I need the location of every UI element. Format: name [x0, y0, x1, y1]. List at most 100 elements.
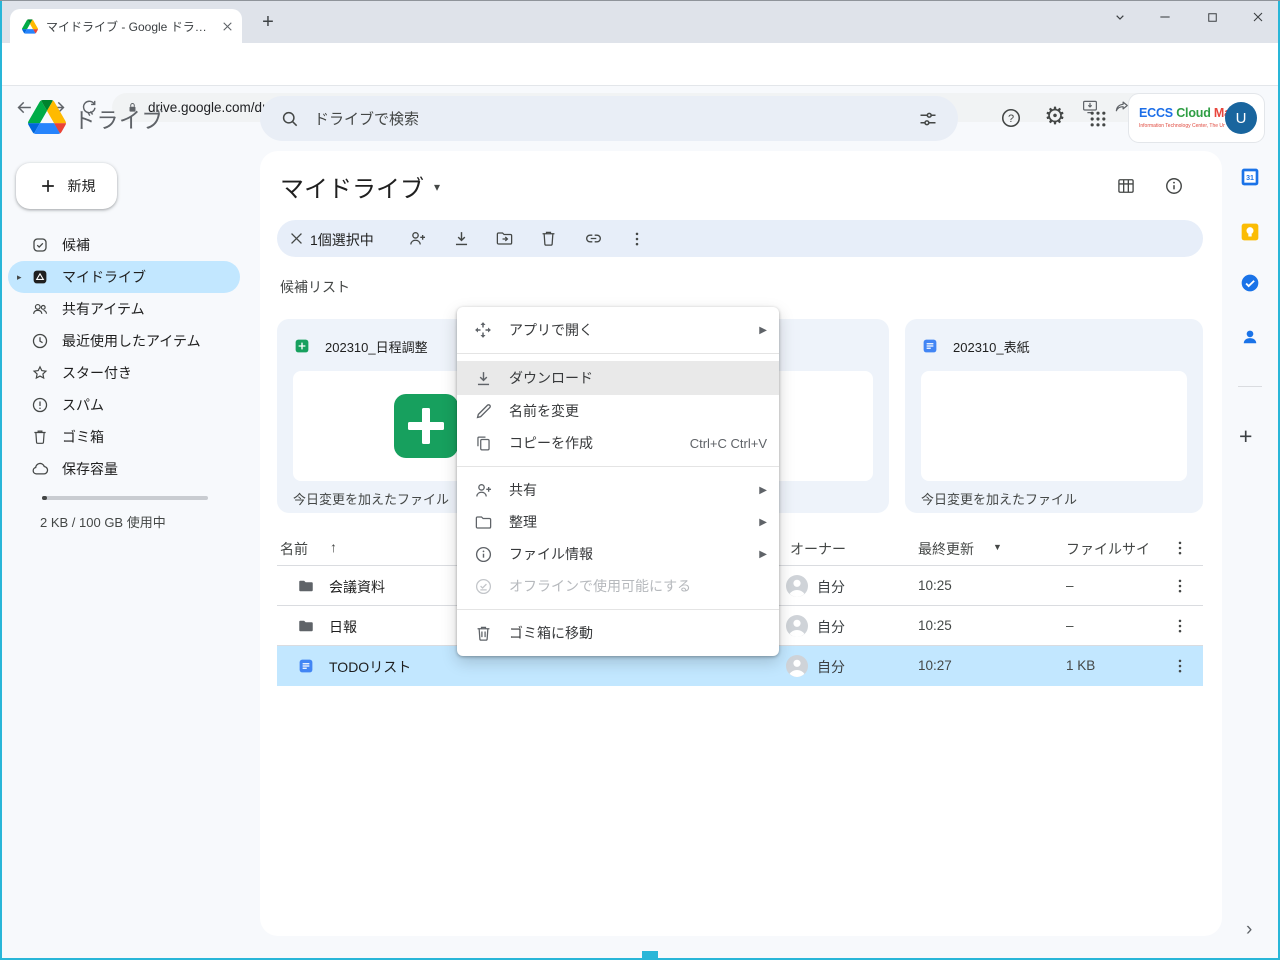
card-header: 202310_表紙 — [921, 336, 1187, 356]
sort-ascending-icon[interactable]: ↑ — [330, 539, 337, 555]
card-file-name: 202310_表紙 — [953, 337, 1030, 356]
sheets-thumbnail-glyph — [394, 394, 458, 458]
keep-icon[interactable] — [1240, 222, 1260, 242]
menu-item-download[interactable]: ダウンロード — [457, 361, 779, 395]
card-thumbnail — [921, 371, 1187, 481]
contacts-icon[interactable] — [1240, 327, 1260, 347]
menu-item-label: ダウンロード — [509, 368, 593, 388]
more-actions-icon[interactable] — [627, 229, 647, 249]
copy-icon — [473, 433, 493, 453]
add-side-app-icon[interactable]: + — [1239, 423, 1252, 450]
owner-name: 自分 — [817, 657, 845, 677]
sort-descending-icon: ▼ — [993, 542, 1002, 552]
people-icon — [31, 300, 49, 318]
sidebar-item-suggested[interactable]: 候補 — [8, 229, 240, 261]
menu-item-move-to-trash[interactable]: ゴミ箱に移動 — [457, 617, 779, 649]
submenu-arrow-icon: ▶ — [759, 549, 767, 560]
sidebar-item-label: マイドライブ — [62, 267, 146, 287]
expand-arrow-icon[interactable]: ▸ — [17, 272, 22, 283]
sidebar-item-spam[interactable]: スパム — [8, 389, 240, 421]
window-close-button[interactable] — [1245, 4, 1271, 30]
help-icon[interactable]: ? — [999, 106, 1023, 130]
search-input[interactable]: ドライブで検索 — [260, 96, 958, 141]
card-reason-text: 今日変更を加えたファイル — [921, 489, 1077, 508]
tasks-icon[interactable] — [1240, 273, 1260, 293]
settings-gear-icon[interactable]: ⚙ — [1043, 104, 1067, 128]
menu-item-make-copy[interactable]: コピーを作成 Ctrl+C Ctrl+V — [457, 427, 779, 459]
tab-close-icon[interactable] — [221, 20, 234, 33]
row-more-icon[interactable] — [1171, 617, 1189, 635]
sidebar-item-recent[interactable]: 最近使用したアイテム — [8, 325, 240, 357]
sidebar-item-starred[interactable]: スター付き — [8, 357, 240, 389]
column-owner[interactable]: オーナー — [790, 539, 846, 559]
share-person-add-icon[interactable] — [407, 229, 427, 249]
clear-selection-icon[interactable] — [286, 229, 306, 249]
sidebar-item-storage[interactable]: 保存容量 — [8, 453, 240, 485]
docs-file-icon — [297, 657, 315, 675]
tab-search-chevron-icon[interactable] — [1107, 4, 1133, 30]
collapse-panel-chevron-icon[interactable]: › — [1246, 919, 1252, 941]
rail-divider — [1238, 386, 1262, 387]
trash-icon — [473, 623, 493, 643]
get-link-icon[interactable] — [583, 229, 603, 249]
sidebar-item-trash[interactable]: ゴミ箱 — [8, 421, 240, 453]
folder-icon — [297, 577, 315, 595]
info-icon[interactable] — [1164, 176, 1184, 196]
tab-title: マイドライブ - Google ドライブ — [46, 18, 213, 35]
column-modified[interactable]: 最終更新 — [918, 539, 974, 559]
menu-item-share[interactable]: 共有 ▶ — [457, 474, 779, 506]
modified-time: 10:25 — [918, 578, 952, 593]
card-reason-text: 今日変更を加えたファイル — [293, 489, 449, 508]
owner-avatar — [785, 574, 809, 598]
search-tune-icon[interactable] — [918, 109, 938, 129]
suggestion-card-3[interactable]: 202310_表紙 今日変更を加えたファイル — [905, 319, 1203, 513]
taskbar-peek-mark — [642, 951, 658, 959]
menu-item-file-info[interactable]: ファイル情報 ▶ — [457, 538, 779, 570]
account-avatar[interactable]: U — [1225, 102, 1257, 134]
sidebar-item-shared[interactable]: 共有アイテム — [8, 293, 240, 325]
grid-view-icon[interactable] — [1116, 176, 1136, 196]
search-icon[interactable] — [280, 109, 300, 129]
move-folder-icon[interactable] — [494, 229, 514, 249]
menu-item-label: ゴミ箱に移動 — [509, 623, 593, 643]
row-more-icon[interactable] — [1171, 577, 1189, 595]
column-size[interactable]: ファイルサイ — [1066, 539, 1150, 559]
modified-time: 10:27 — [918, 658, 952, 673]
svg-text:31: 31 — [1246, 174, 1254, 182]
drive-logo[interactable] — [28, 100, 66, 134]
row-more-icon[interactable] — [1171, 657, 1189, 675]
star-icon — [31, 364, 49, 382]
modified-time: 10:25 — [918, 618, 952, 633]
context-menu: アプリで開く ▶ ダウンロード 名前を変更 コピーを作成 Ctrl+C Ctrl… — [457, 307, 779, 656]
column-name[interactable]: 名前 — [280, 539, 308, 559]
window-maximize-button[interactable] — [1199, 4, 1225, 30]
sheets-file-icon — [293, 337, 311, 355]
file-size: – — [1066, 578, 1074, 593]
apps-grid-icon[interactable] — [1086, 107, 1110, 131]
calendar-icon[interactable]: 31 — [1240, 167, 1260, 187]
window-minimize-button[interactable] — [1152, 4, 1178, 30]
account-badge[interactable]: ECCS Cloud Mail Information Technology C… — [1129, 94, 1264, 142]
trash-icon[interactable] — [538, 229, 558, 249]
trash-icon — [31, 428, 49, 446]
menu-item-label: 共有 — [509, 480, 537, 500]
menu-item-organize[interactable]: 整理 ▶ — [457, 506, 779, 538]
sidebar-item-my-drive[interactable]: ▸ マイドライブ — [8, 261, 240, 293]
column-options-icon[interactable] — [1171, 539, 1189, 557]
page-title[interactable]: マイドライブ ▾ — [280, 169, 440, 204]
sidebar-item-label: 保存容量 — [62, 459, 118, 479]
my-drive-icon — [31, 268, 49, 286]
download-icon[interactable] — [451, 229, 471, 249]
owner-avatar — [785, 654, 809, 678]
info-icon — [473, 544, 493, 564]
file-size: 1 KB — [1066, 658, 1095, 673]
browser-tab[interactable]: マイドライブ - Google ドライブ — [10, 9, 242, 43]
offline-pin-icon — [473, 576, 493, 596]
screen: マイドライブ - Google ドライブ + — [0, 0, 1280, 960]
menu-item-label: ファイル情報 — [509, 544, 593, 564]
menu-item-rename[interactable]: 名前を変更 — [457, 395, 779, 427]
menu-item-open-with[interactable]: アプリで開く ▶ — [457, 314, 779, 346]
owner-avatar — [785, 614, 809, 638]
new-tab-button[interactable]: + — [254, 8, 282, 36]
new-button[interactable]: 新規 — [16, 163, 117, 209]
